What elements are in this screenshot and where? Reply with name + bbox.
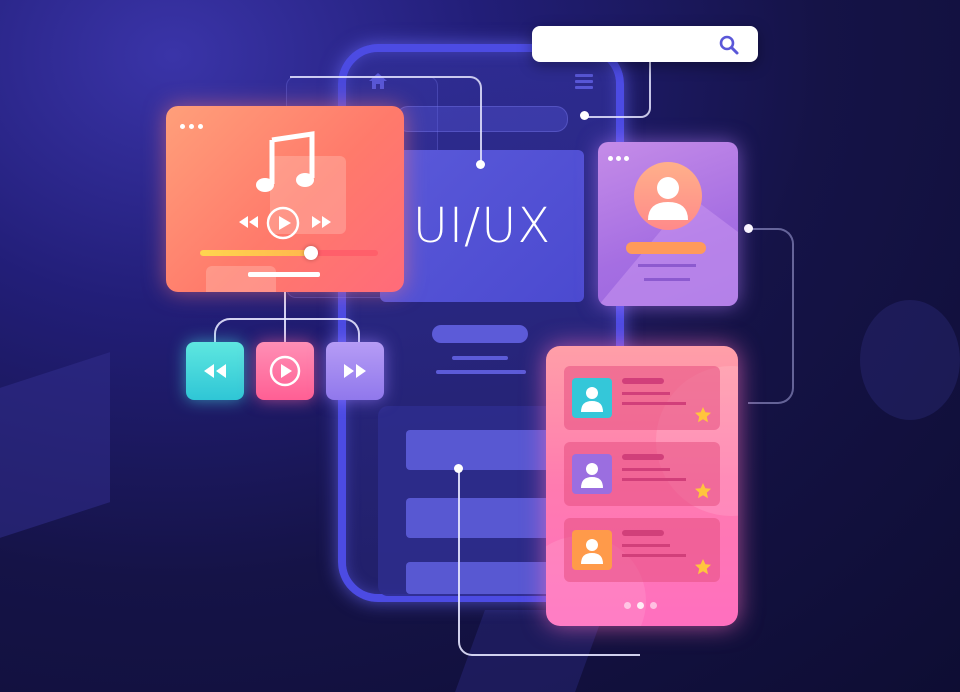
user-icon: [581, 387, 603, 412]
window-dot: [616, 156, 621, 161]
star-icon[interactable]: [694, 482, 712, 500]
background-shape-left: [0, 352, 110, 538]
star-icon[interactable]: [694, 406, 712, 424]
music-player-card: [166, 106, 404, 292]
list-item-text-line: [622, 468, 670, 471]
window-dot: [198, 124, 203, 129]
list-item[interactable]: [564, 518, 720, 582]
music-note-icon: [256, 131, 315, 192]
pagination-dot[interactable]: [637, 602, 644, 609]
artwork-shape: [206, 266, 276, 292]
user-icon: [581, 463, 603, 488]
avatar: [572, 454, 612, 494]
avatar: [572, 378, 612, 418]
phone-text-line: [452, 356, 508, 360]
profile-name-bar: [626, 242, 706, 254]
rewind-icon[interactable]: [236, 214, 260, 230]
list-item-text-line: [622, 402, 686, 405]
list-item-text-line: [622, 544, 670, 547]
phone-text-line: [436, 370, 526, 374]
phone-pill-button[interactable]: [432, 325, 528, 343]
avatar: [572, 530, 612, 570]
rewind-icon: [204, 364, 226, 378]
profile-card: [598, 142, 738, 306]
connector-node: [476, 160, 485, 169]
fast-forward-icon: [344, 364, 366, 378]
connector-line: [585, 62, 651, 118]
progress-fill: [200, 250, 311, 256]
phone-list-row[interactable]: [406, 430, 566, 470]
contact-list-card: [546, 346, 738, 626]
window-dot: [608, 156, 613, 161]
pagination-dot[interactable]: [624, 602, 631, 609]
progress-track[interactable]: [200, 250, 378, 256]
list-item-text-line: [622, 478, 686, 481]
list-item-text-line: [622, 392, 670, 395]
profile-text-line: [644, 278, 690, 281]
list-item-title-bar: [622, 378, 664, 384]
connector-line: [748, 228, 794, 404]
user-icon: [581, 539, 603, 564]
hero-card: UI/UX: [380, 150, 584, 302]
window-dot: [180, 124, 185, 129]
hero-title: UI/UX: [412, 198, 552, 254]
fast-forward-icon[interactable]: [310, 214, 334, 230]
background-glow-right: [860, 300, 960, 420]
list-item[interactable]: [564, 442, 720, 506]
play-icon[interactable]: [266, 206, 300, 240]
list-item-title-bar: [622, 530, 664, 536]
rewind-button[interactable]: [186, 342, 244, 400]
track-title-line: [248, 272, 320, 277]
list-item-title-bar: [622, 454, 664, 460]
user-icon: [648, 177, 688, 220]
list-item-text-line: [622, 554, 686, 557]
list-item[interactable]: [564, 366, 720, 430]
connector-node: [580, 111, 589, 120]
window-dot: [624, 156, 629, 161]
play-button[interactable]: [256, 342, 314, 400]
fast-forward-button[interactable]: [326, 342, 384, 400]
profile-text-line: [638, 264, 696, 267]
connector-node: [744, 224, 753, 233]
avatar[interactable]: [634, 162, 702, 230]
window-dot: [189, 124, 194, 129]
star-icon[interactable]: [694, 558, 712, 576]
play-icon: [269, 355, 301, 387]
connector-node: [454, 464, 463, 473]
pagination-dot[interactable]: [650, 602, 657, 609]
progress-handle[interactable]: [304, 246, 318, 260]
search-icon[interactable]: [718, 34, 740, 56]
